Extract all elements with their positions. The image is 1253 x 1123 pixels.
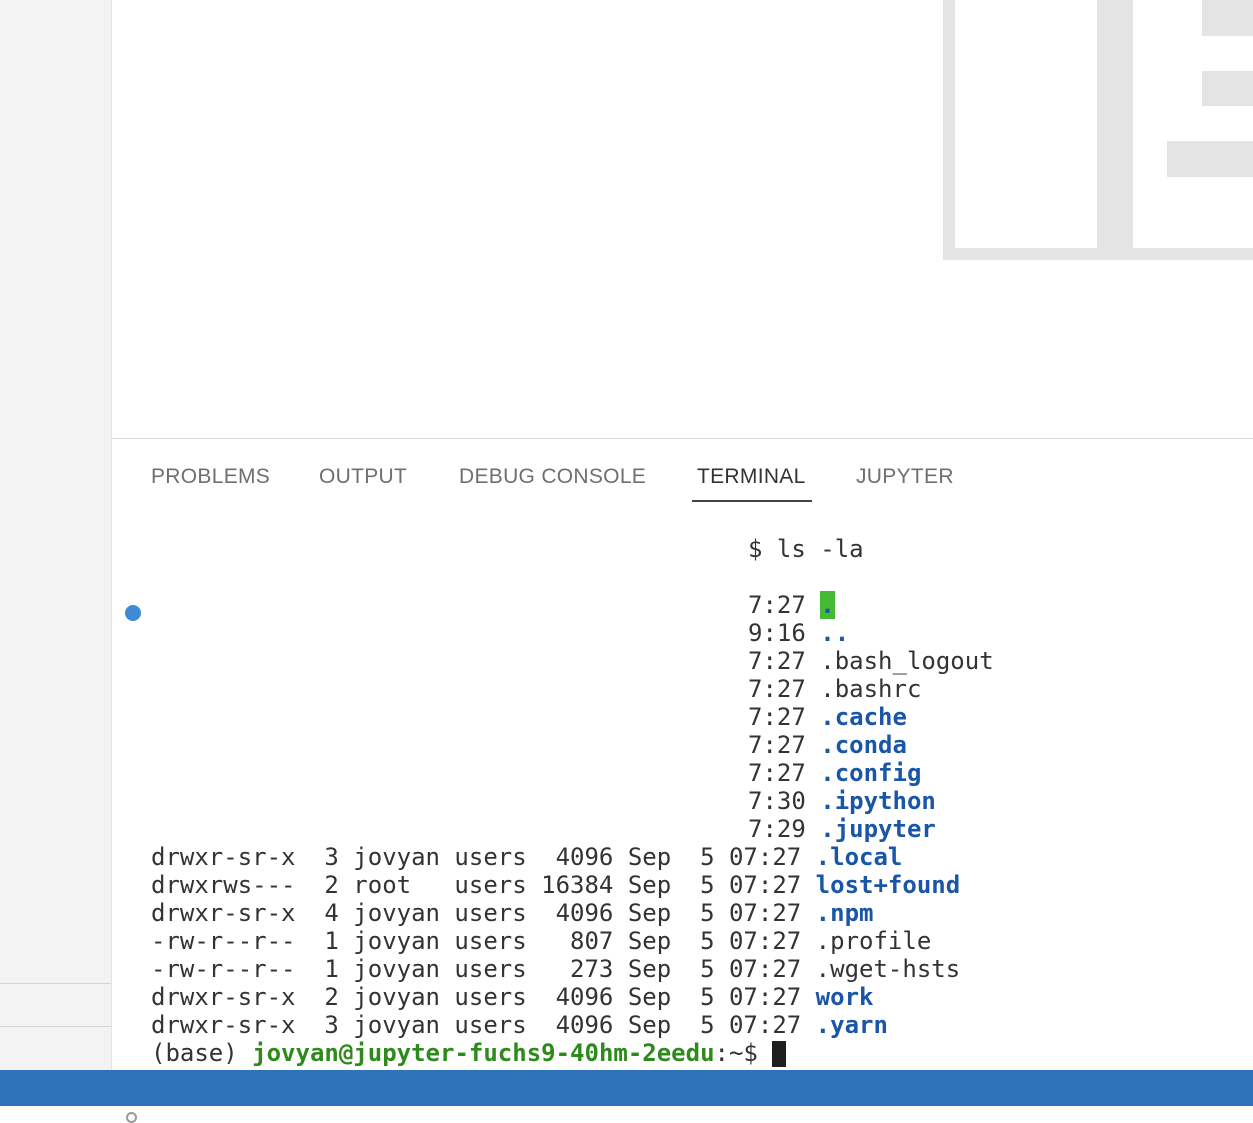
command-text: $ ls -la <box>748 535 864 563</box>
minimap-block <box>1202 0 1253 36</box>
terminal-prompt[interactable]: (base) jovyan@jupyter-fuchs9-40hm-2eedu:… <box>151 1039 787 1067</box>
sidebar-divider <box>0 1026 111 1027</box>
row-meta: drwxr-sr-x 3 jovyan users 4096 Sep 5 07:… <box>151 1011 816 1039</box>
minimap-block <box>1167 141 1253 177</box>
row-name-dir: .local <box>815 843 903 871</box>
terminal-row: drwxr-sr-x 4 jovyan users 4096 Sep 5 07:… <box>151 899 873 927</box>
row-name-dir: . <box>820 591 835 619</box>
prompt-env: (base) <box>151 1039 253 1067</box>
terminal-row: 9:16 .. <box>748 619 849 647</box>
terminal-row: 7:27 .config <box>748 759 921 787</box>
row-time: 7:30 <box>748 787 806 815</box>
row-time: 7:27 <box>748 591 806 619</box>
status-bar <box>0 1070 1253 1106</box>
minimap-block <box>1202 71 1253 106</box>
row-name-dir: lost+found <box>815 871 961 899</box>
terminal-row: -rw-r--r-- 1 jovyan users 807 Sep 5 07:2… <box>151 927 931 955</box>
terminal-row: -rw-r--r-- 1 jovyan users 273 Sep 5 07:2… <box>151 955 960 983</box>
row-meta: -rw-r--r-- 1 jovyan users 273 Sep 5 07:2… <box>151 955 816 983</box>
row-meta: drwxr-sr-x 4 jovyan users 4096 Sep 5 07:… <box>151 899 816 927</box>
row-name-dir: work <box>815 983 874 1011</box>
bottom-panel: PROBLEMS OUTPUT DEBUG CONSOLE TERMINAL J… <box>112 438 1253 1123</box>
row-name-dir: .. <box>820 619 850 647</box>
terminal-row: 7:27 .conda <box>748 731 907 759</box>
terminal-output[interactable]: $ ls -la 7:27 . 9:16 .. 7:27 .bash_logou… <box>112 501 1253 1123</box>
row-meta: drwxrws--- 2 root users 16384 Sep 5 07:2… <box>151 871 816 899</box>
terminal-cursor <box>772 1041 787 1067</box>
editor-area[interactable] <box>112 0 1253 438</box>
terminal-row: 7:30 .ipython <box>748 787 936 815</box>
panel-tabs: PROBLEMS OUTPUT DEBUG CONSOLE TERMINAL J… <box>112 439 1253 502</box>
sidebar-strip <box>0 0 112 1070</box>
tab-jupyter[interactable]: JUPYTER <box>856 465 954 489</box>
row-name-dir: .jupyter <box>820 815 936 843</box>
row-name-dir: .conda <box>820 731 907 759</box>
row-time: 7:27 <box>748 759 806 787</box>
row-name-file: .wget-hsts <box>815 955 961 983</box>
row-name-dir: .npm <box>815 899 874 927</box>
row-meta: -rw-r--r-- 1 jovyan users 807 Sep 5 07:2… <box>151 927 816 955</box>
row-name-dir: .cache <box>820 703 907 731</box>
terminal-row: drwxr-sr-x 3 jovyan users 4096 Sep 5 07:… <box>151 1011 888 1039</box>
row-meta: drwxr-sr-x 3 jovyan users 4096 Sep 5 07:… <box>151 843 816 871</box>
terminal-row: drwxrws--- 2 root users 16384 Sep 5 07:2… <box>151 871 960 899</box>
terminal-row: 7:29 .jupyter <box>748 815 936 843</box>
tab-output[interactable]: OUTPUT <box>319 465 407 489</box>
row-time: 7:27 <box>748 703 806 731</box>
terminal-row: 7:27 .bashrc <box>748 675 921 703</box>
row-time: 7:27 <box>748 647 806 675</box>
tab-debug-console[interactable]: DEBUG CONSOLE <box>459 465 646 489</box>
minimap-block <box>943 0 955 260</box>
row-time: 7:27 <box>748 731 806 759</box>
sidebar-divider <box>0 983 111 984</box>
minimap-block <box>1097 0 1133 250</box>
row-time: 7:27 <box>748 675 806 703</box>
row-name-file: .profile <box>815 927 932 955</box>
terminal-row: 7:27 .cache <box>748 703 907 731</box>
prompt-path: :~$ <box>714 1039 773 1067</box>
row-name-file: .bashrc <box>820 675 922 703</box>
tab-terminal[interactable]: TERMINAL <box>697 465 806 489</box>
row-name-dir: .yarn <box>815 1011 888 1039</box>
command-status-dot-icon <box>125 605 141 621</box>
terminal-row: drwxr-sr-x 3 jovyan users 4096 Sep 5 07:… <box>151 843 902 871</box>
terminal-row: 7:27 . <box>748 591 835 619</box>
row-time: 7:29 <box>748 815 806 843</box>
terminal-row: 7:27 .bash_logout <box>748 647 994 675</box>
terminal-command-line: $ ls -la <box>748 535 864 563</box>
tab-problems[interactable]: PROBLEMS <box>151 465 270 489</box>
prompt-status-dot-icon <box>126 1112 137 1123</box>
row-meta: drwxr-sr-x 2 jovyan users 4096 Sep 5 07:… <box>151 983 816 1011</box>
row-name-file: .bash_logout <box>820 647 994 675</box>
row-time: 9:16 <box>748 619 806 647</box>
row-name-dir: .ipython <box>820 787 936 815</box>
row-name-dir: .config <box>820 759 922 787</box>
prompt-userhost: jovyan@jupyter-fuchs9-40hm-2eedu <box>252 1039 715 1067</box>
terminal-row: drwxr-sr-x 2 jovyan users 4096 Sep 5 07:… <box>151 983 873 1011</box>
